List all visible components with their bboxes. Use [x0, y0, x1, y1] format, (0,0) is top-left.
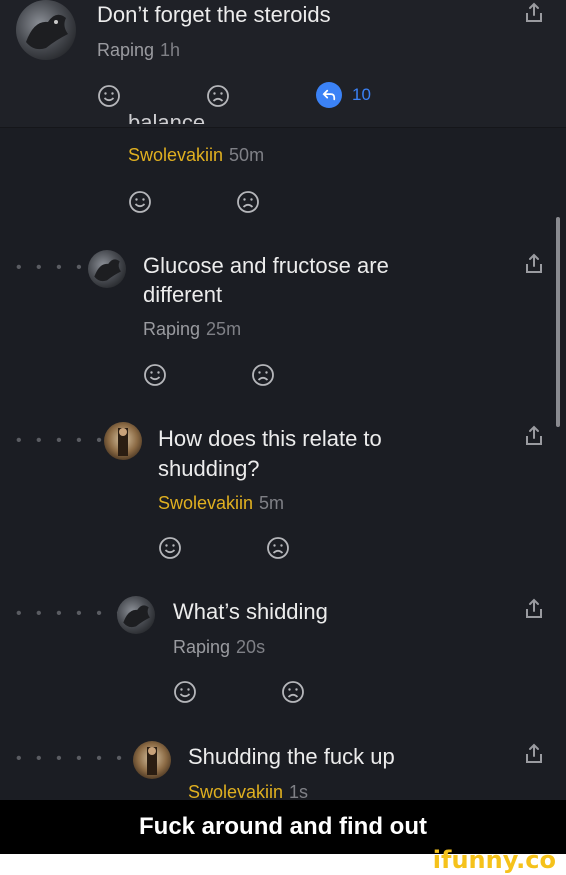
thread-indent-dots: • • • • [16, 259, 87, 276]
reply-icon[interactable] [316, 82, 342, 108]
frown-icon[interactable] [206, 84, 230, 108]
thread-indent-dots: • • • • • [16, 432, 107, 449]
smile-icon[interactable] [143, 363, 167, 387]
comment-time: 25m [206, 319, 242, 339]
smile-icon[interactable] [173, 680, 197, 704]
avatar[interactable] [104, 422, 142, 460]
frown-icon[interactable] [236, 190, 260, 214]
comment-username[interactable]: Swolevakiin [188, 782, 283, 802]
comment-text-line: How does this relate to [158, 426, 382, 451]
share-icon[interactable] [524, 253, 544, 275]
avatar[interactable] [16, 0, 76, 60]
post-title: Don’t forget the steroids [97, 2, 331, 27]
comment-meta: Swolevakiin 50m [128, 145, 264, 166]
share-icon[interactable] [524, 425, 544, 447]
comment-username[interactable]: Swolevakiin [158, 493, 253, 513]
cut-off-comment-text: balance [128, 110, 206, 124]
comment-text-line: shudding? [158, 456, 260, 481]
thread-indent-dots: • • • • • • [16, 605, 127, 622]
comment-meta: Swolevakiin 5m [158, 493, 284, 514]
smile-icon[interactable] [128, 190, 152, 214]
meme-caption: Fuck around and find out [139, 813, 427, 840]
reply-count[interactable]: 10 [352, 85, 371, 105]
frown-icon[interactable] [251, 363, 275, 387]
comment-text-line: What’s shidding [173, 599, 328, 624]
avatar[interactable] [133, 741, 171, 779]
ifunny-watermark: ifunny.co [432, 846, 556, 874]
comment-meta: Raping 20s [173, 637, 265, 658]
smile-icon[interactable] [158, 536, 182, 560]
share-icon[interactable] [524, 598, 544, 620]
smile-icon[interactable] [97, 84, 121, 108]
avatar[interactable] [88, 250, 126, 288]
share-icon[interactable] [524, 743, 544, 765]
comment-text-line: Shudding the fuck up [188, 744, 395, 769]
comment-time: 50m [229, 145, 265, 165]
comment-text-line: different [143, 282, 223, 307]
frown-icon[interactable] [281, 680, 305, 704]
thread-indent-dots: • • • • • • • [16, 750, 147, 767]
comment-username[interactable]: Raping [143, 319, 200, 339]
post-username[interactable]: Raping [97, 40, 154, 60]
scrollbar[interactable] [556, 217, 560, 427]
comment-meta: Raping 25m [143, 319, 241, 340]
comment-username[interactable]: Swolevakiin [128, 145, 223, 165]
comment-time: 20s [236, 637, 266, 657]
avatar[interactable] [117, 596, 155, 634]
frown-icon[interactable] [266, 536, 290, 560]
share-icon[interactable] [524, 2, 544, 24]
comment-time: 5m [259, 493, 285, 513]
post-meta: Raping 1h [97, 40, 180, 61]
comment-time: 1s [289, 782, 309, 802]
comment-username[interactable]: Raping [173, 637, 230, 657]
comment-text-line: Glucose and fructose are [143, 253, 389, 278]
post-time: 1h [160, 40, 181, 60]
